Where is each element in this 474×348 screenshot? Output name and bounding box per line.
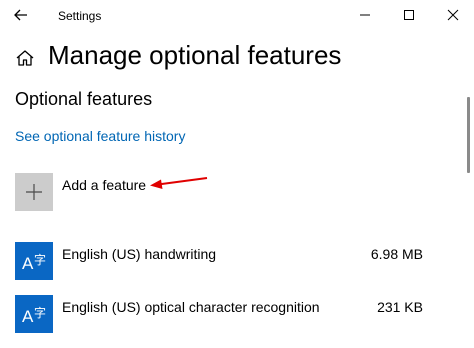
scrollbar[interactable] [463,32,474,348]
section-title: Optional features [15,89,153,109]
close-button[interactable] [441,4,465,26]
add-feature-tile [15,173,53,211]
feature-size: 231 KB [377,299,423,315]
svg-text:字: 字 [34,252,46,267]
title-bar: Settings [0,0,474,30]
plus-icon [26,184,42,200]
scrollbar-thumb[interactable] [467,97,470,173]
svg-text:字: 字 [34,305,46,320]
maximize-icon [404,10,414,20]
language-icon: A 字 [15,295,53,333]
minimize-icon [360,14,370,16]
back-arrow-icon[interactable] [10,5,32,25]
page-header: Manage optional features [14,40,454,74]
feature-item[interactable]: A 字 English (US) optical character recog… [15,295,445,335]
add-feature-label: Add a feature [62,177,147,193]
page-title: Manage optional features [48,40,342,70]
feature-size: 6.98 MB [370,246,423,262]
feature-name: English (US) handwriting [62,246,217,262]
svg-text:A: A [22,307,34,326]
maximize-button[interactable] [397,4,421,26]
add-feature-button[interactable]: Add a feature [15,172,415,212]
red-arrow-icon [148,173,210,191]
close-icon [447,9,459,21]
window-title: Settings [58,9,102,23]
home-icon[interactable] [14,48,36,68]
feature-item[interactable]: A 字 English (US) handwriting 6.98 MB [15,242,445,282]
language-icon: A 字 [15,242,53,280]
svg-text:A: A [22,254,34,273]
minimize-button[interactable] [353,4,377,26]
optional-feature-history-link[interactable]: See optional feature history [15,128,185,144]
feature-name: English (US) optical character recogniti… [62,299,320,315]
